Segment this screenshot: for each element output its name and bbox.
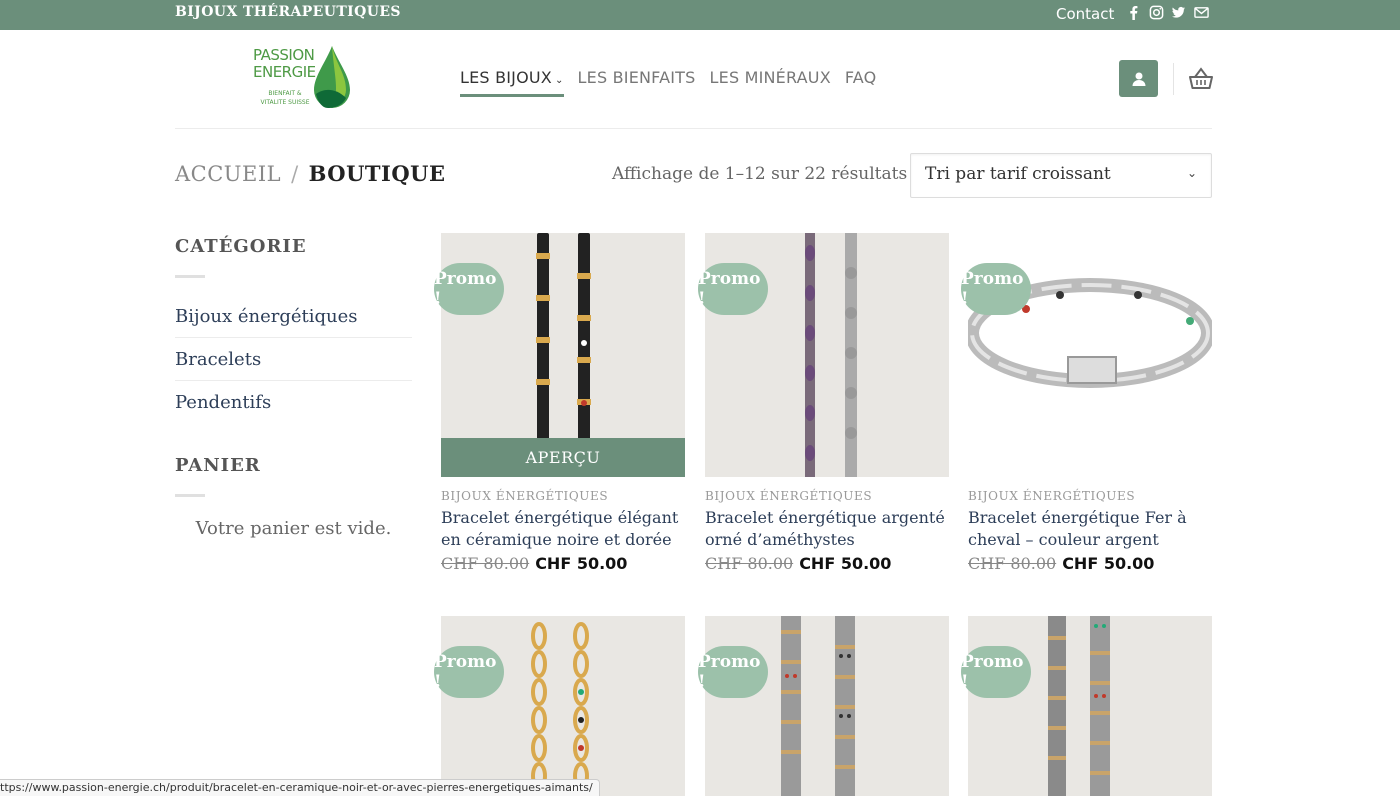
facebook-icon[interactable] — [1125, 4, 1141, 20]
product-price: CHF 80.00 CHF 50.00 — [441, 554, 627, 573]
breadcrumb-current: BOUTIQUE — [308, 161, 446, 186]
category-widget-title: CATÉGORIE — [175, 236, 307, 257]
old-price: CHF 80.00 — [441, 554, 530, 573]
product-title[interactable]: Bracelet énergétique argenté orné d’amét… — [705, 507, 949, 551]
sidebar-item-bracelets[interactable]: Bracelets — [175, 349, 412, 381]
quick-view-button[interactable]: APERÇU — [441, 438, 685, 477]
logo-drop-icon — [314, 46, 350, 108]
product-image[interactable] — [705, 616, 949, 796]
top-bar: BIJOUX THÉRAPEUTIQUES Contact — [0, 0, 1400, 30]
promo-badge: Promo ! — [434, 263, 504, 315]
sort-select[interactable]: Tri par tarif croissant ⌄ — [910, 153, 1212, 198]
user-icon — [1132, 72, 1145, 86]
account-button[interactable] — [1119, 60, 1158, 97]
promo-badge: Promo ! — [698, 646, 768, 698]
logo-line-2: ENERGIE — [253, 63, 316, 81]
sale-price: CHF 50.00 — [1062, 554, 1155, 573]
mail-icon[interactable] — [1193, 4, 1209, 20]
breadcrumb-home-link[interactable]: ACCUEIL — [175, 162, 281, 186]
sort-select-value: Tri par tarif croissant — [925, 164, 1111, 184]
instagram-icon[interactable] — [1148, 4, 1164, 20]
cart-widget-title: PANIER — [175, 455, 261, 476]
logo-tagline: BIENFAIT & VITALITE SUISSE — [260, 90, 310, 106]
product-price: CHF 80.00 CHF 50.00 — [705, 554, 891, 573]
cart-button[interactable] — [1188, 66, 1214, 92]
basket-icon — [1189, 67, 1213, 89]
browser-status-url: ttps://www.passion-energie.ch/produit/br… — [0, 779, 600, 796]
empty-cart-message: Votre panier est vide. — [195, 518, 392, 539]
twitter-icon[interactable] — [1170, 4, 1186, 20]
product-price: CHF 80.00 CHF 50.00 — [968, 554, 1154, 573]
product-category[interactable]: BIJOUX ÉNERGÉTIQUES — [441, 489, 608, 503]
product-title[interactable]: Bracelet énergétique Fer à cheval – coul… — [968, 507, 1212, 551]
result-count: Affichage de 1–12 sur 22 résultats — [612, 164, 908, 184]
nav-item-les-bijoux[interactable]: LES BIJOUX ⌄ — [460, 68, 564, 97]
header-divider — [1173, 63, 1174, 95]
nav-item-label: LES BIJOUX — [460, 68, 552, 87]
chevron-down-icon: ⌄ — [1186, 166, 1197, 180]
product-image[interactable] — [441, 616, 685, 796]
promo-badge: Promo ! — [698, 263, 768, 315]
old-price: CHF 80.00 — [968, 554, 1057, 573]
sale-price: CHF 50.00 — [799, 554, 892, 573]
top-bar-brand: BIJOUX THÉRAPEUTIQUES — [175, 4, 401, 20]
product-title[interactable]: Bracelet énergétique élégant en céramiqu… — [441, 507, 685, 551]
nav-item-les-mineraux[interactable]: LES MINÉRAUX — [710, 68, 831, 97]
promo-badge: Promo ! — [961, 646, 1031, 698]
promo-badge: Promo ! — [434, 646, 504, 698]
nav-item-label: FAQ — [844, 68, 877, 87]
old-price: CHF 80.00 — [705, 554, 794, 573]
logo-line-1: PASSION — [253, 46, 315, 64]
widget-title-underline — [175, 275, 205, 278]
product-image[interactable] — [968, 616, 1212, 796]
nav-item-label: LES BIENFAITS — [577, 68, 696, 87]
nav-item-label: LES MINÉRAUX — [709, 68, 831, 87]
site-logo[interactable]: PASSION ENERGIE BIENFAIT & VITALITE SUIS… — [250, 44, 360, 114]
product-category[interactable]: BIJOUX ÉNERGÉTIQUES — [968, 489, 1135, 503]
breadcrumb-separator: / — [291, 162, 299, 186]
header-divider-line — [175, 128, 1212, 129]
chevron-down-icon: ⌄ — [554, 75, 564, 86]
site-header: PASSION ENERGIE BIENFAIT & VITALITE SUIS… — [0, 30, 1400, 130]
product-category[interactable]: BIJOUX ÉNERGÉTIQUES — [705, 489, 872, 503]
widget-title-underline — [175, 494, 205, 497]
sale-price: CHF 50.00 — [535, 554, 628, 573]
sidebar-item-pendentifs[interactable]: Pendentifs — [175, 392, 412, 423]
nav-item-les-bienfaits[interactable]: LES BIENFAITS — [578, 68, 696, 97]
main-nav: LES BIJOUX ⌄ LES BIENFAITS LES MINÉRAUX F… — [460, 68, 890, 97]
nav-item-faq[interactable]: FAQ — [845, 68, 877, 97]
sidebar-item-bijoux-energetiques[interactable]: Bijoux énergétiques — [175, 306, 412, 338]
contact-link[interactable]: Contact — [1056, 5, 1114, 23]
promo-badge: Promo ! — [961, 263, 1031, 315]
breadcrumb: ACCUEIL / BOUTIQUE — [175, 161, 445, 186]
